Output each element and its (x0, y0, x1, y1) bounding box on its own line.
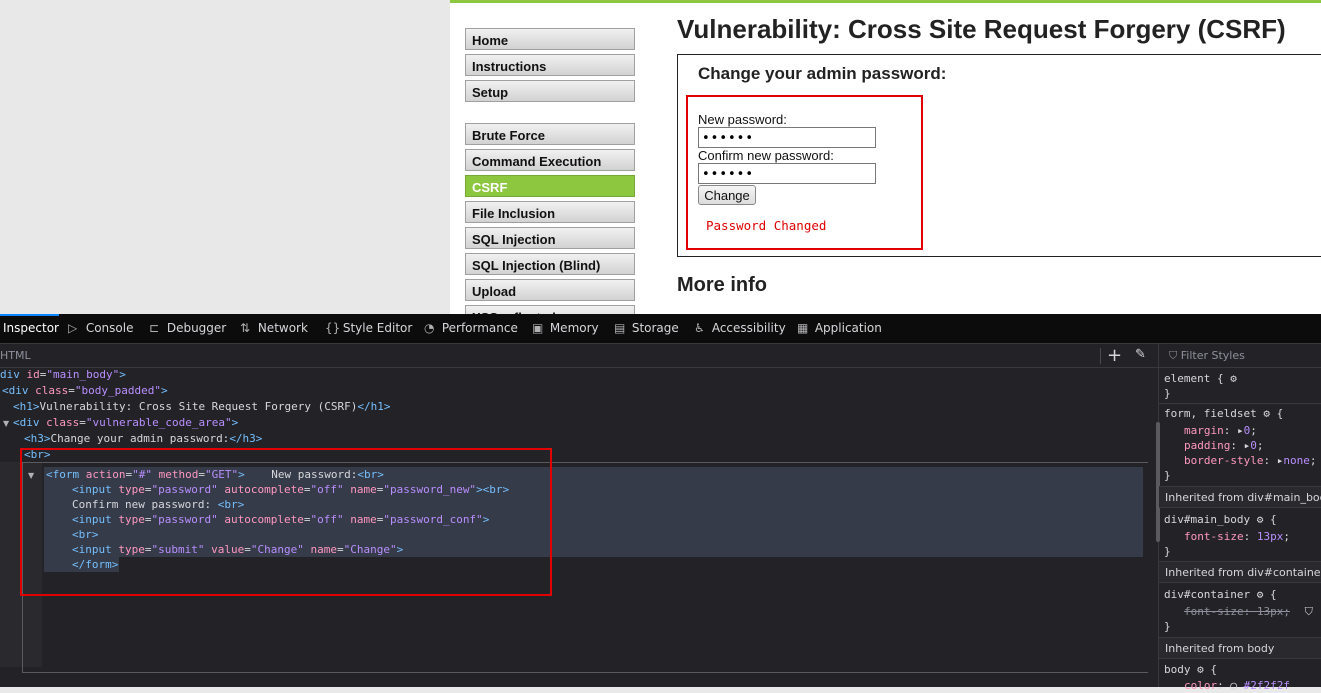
rule-close: } (1164, 620, 1171, 633)
highlight-box-markup (20, 448, 552, 596)
gear-icon[interactable]: ⚙ (1197, 663, 1204, 676)
tab-label: Debugger (166, 321, 227, 335)
gear-icon[interactable]: ⚙ (1263, 407, 1270, 420)
gear-icon[interactable]: ⚙ (1257, 513, 1264, 526)
tab-label: Inspector (3, 321, 59, 335)
sidebar-item-csrf[interactable]: CSRF (465, 175, 635, 197)
sidebar-item-home[interactable]: Home (465, 28, 635, 50)
rule-body-selector[interactable]: body ⚙ { (1164, 662, 1217, 677)
rule-border-style[interactable]: border-style: ▸none; (1184, 453, 1316, 468)
tab-accessibility[interactable]: ♿ Accessibility (694, 314, 786, 344)
collapse-arrow-icon[interactable]: ▼ (3, 419, 9, 428)
tab-memory[interactable]: ▣ Memory (532, 314, 599, 344)
inherited-container-header: Inherited from div#container (1159, 561, 1321, 583)
sidebar-item-setup[interactable]: Setup (465, 80, 635, 102)
sidebar-item-instructions[interactable]: Instructions (465, 54, 635, 76)
accessibility-icon: ♿ (694, 321, 705, 335)
rule-close: } (1164, 545, 1171, 558)
page-header-bar (450, 0, 1321, 3)
color-swatch[interactable]: ◯ (1230, 679, 1237, 692)
application-icon: ▦ (797, 321, 809, 335)
sidebar-item-brute-force[interactable]: Brute Force (465, 123, 635, 145)
tab-style-editor[interactable]: {} Style Editor (325, 314, 412, 344)
debugger-icon: ⊏ (149, 321, 160, 335)
tab-performance[interactable]: ◔ Performance (424, 314, 518, 344)
markup-scrollbar[interactable] (1156, 422, 1160, 542)
inherited-main-body-header: Inherited from div#main_body (1159, 486, 1321, 508)
console-icon: ▷ (68, 321, 78, 335)
rule-close: } (1164, 469, 1171, 482)
markup-line-body-padded[interactable]: <div class="body_padded"> (2, 383, 168, 398)
more-info-heading: More info (677, 274, 767, 296)
markup-line-h1[interactable]: <h1>Vulnerability: Cross Site Request Fo… (13, 399, 391, 414)
devtools-tab-bar: Inspector ▷ Console ⊏ Debugger ⇅ Network {} … (0, 314, 1321, 344)
add-node-icon[interactable]: + (1107, 345, 1122, 366)
style-editor-icon: {} (325, 321, 341, 335)
rule-main-body-selector[interactable]: div#main_body ⚙ { (1164, 512, 1277, 527)
tab-label: Storage (631, 321, 679, 335)
tab-application[interactable]: ▦ Application (797, 314, 882, 344)
filter-funnel-icon[interactable]: ⛉ (1305, 605, 1313, 618)
inherited-body-header: Inherited from body (1159, 637, 1321, 659)
toolbar-separator (1100, 348, 1101, 364)
markup-line-main-body[interactable]: div id="main_body"> (0, 367, 126, 382)
rule-form-selector[interactable]: form, fieldset ⚙ { (1164, 406, 1283, 421)
rule-margin[interactable]: margin: ▸0; (1184, 423, 1257, 438)
rule-divider (1159, 403, 1321, 404)
rule-container-selector[interactable]: div#container ⚙ { (1164, 587, 1277, 602)
rule-close: } (1164, 387, 1171, 400)
tab-debugger[interactable]: ⊏ Debugger (149, 314, 226, 344)
sidebar-item-sql-injection[interactable]: SQL Injection (465, 227, 635, 249)
sidebar-item-file-inclusion[interactable]: File Inclusion (465, 201, 635, 223)
tab-inspector[interactable]: Inspector (0, 314, 59, 344)
rule-main-font-size[interactable]: font-size: 13px; (1184, 529, 1290, 544)
filter-styles-input[interactable]: ⛉ Filter Styles (1159, 344, 1321, 368)
tab-console[interactable]: ▷ Console (68, 314, 133, 344)
sidebar-item-upload[interactable]: Upload (465, 279, 635, 301)
gear-icon[interactable]: ⚙ (1257, 588, 1264, 601)
rule-padding[interactable]: padding: ▸0; (1184, 438, 1263, 453)
rule-container-font-size[interactable]: font-size: 13px; ⛉ (1184, 604, 1313, 619)
tab-label: Memory (549, 321, 599, 335)
sidebar-item-sql-injection-blind[interactable]: SQL Injection (Blind) (465, 253, 635, 275)
html-label: HTML (0, 349, 31, 362)
highlight-box-form (686, 95, 923, 250)
rule-body-color[interactable]: color: ◯ #2f2f2f (1184, 678, 1290, 693)
expand-triangle-icon[interactable]: ▸ (1237, 424, 1244, 437)
form-heading: Change your admin password: (698, 64, 947, 83)
web-page: Home Instructions Setup Brute Force Command … (0, 0, 1321, 314)
markup-line-h3[interactable]: <h3>Change your admin password:</h3> (24, 431, 262, 446)
eyedropper-icon[interactable]: ✎ (1135, 347, 1146, 362)
sidebar-item-command-execution[interactable]: Command Execution (465, 149, 635, 171)
memory-icon: ▣ (532, 321, 544, 335)
tab-label: Application (814, 321, 882, 335)
tab-label: Console (85, 321, 134, 335)
tab-storage[interactable]: ▤ Storage (614, 314, 679, 344)
tab-network[interactable]: ⇅ Network (240, 314, 308, 344)
filter-icon: ⛉ (1169, 349, 1181, 362)
network-icon: ⇅ (240, 321, 251, 335)
tab-label: Accessibility (711, 321, 786, 335)
performance-icon: ◔ (424, 321, 435, 335)
tab-label: Network (257, 321, 308, 335)
sidebar-item-xss-reflected[interactable]: XSS reflected (465, 305, 635, 314)
tab-label: Style Editor (342, 321, 413, 335)
storage-icon: ▤ (614, 321, 626, 335)
page-title: Vulnerability: Cross Site Request Forger… (677, 14, 1286, 44)
gear-icon[interactable]: ⚙ (1230, 372, 1237, 385)
tab-label: Performance (441, 321, 518, 335)
rule-element[interactable]: element { ⚙ (1164, 371, 1237, 386)
markup-line-code-area[interactable]: <div class="vulnerable_code_area"> (13, 415, 238, 430)
markup-toolbar: HTML + ✎ (0, 344, 1158, 368)
